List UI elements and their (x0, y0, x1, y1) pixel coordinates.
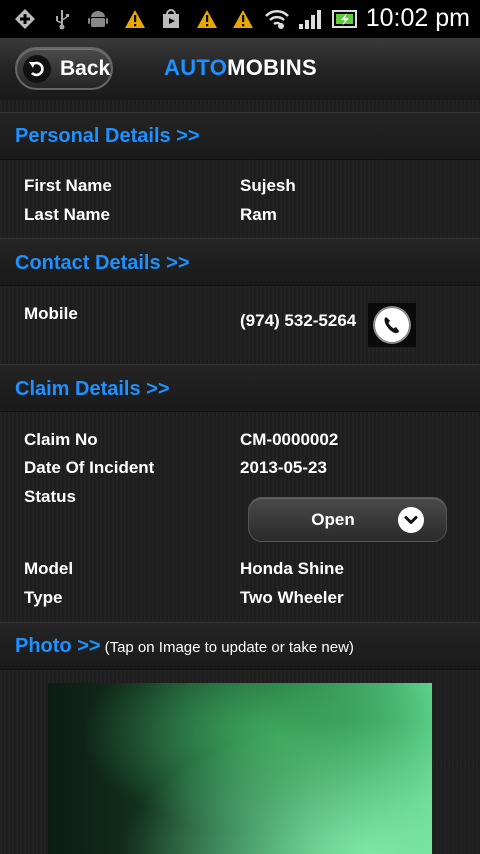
mobile-value: (974) 532-5264 (240, 311, 357, 330)
first-name-label: First Name (24, 176, 112, 195)
clock: 10:02 pm (365, 4, 470, 32)
claim-details-header[interactable]: Claim Details >> (0, 364, 480, 412)
phone-icon (375, 308, 409, 342)
warning-icon (124, 8, 146, 30)
status-bar: 10:02 pm (0, 0, 480, 38)
personal-details-header[interactable]: Personal Details >> (0, 112, 480, 160)
app-title-part2: MOBINS (227, 55, 317, 80)
claim-detail-content: Personal Details >> First Name Sujesh La… (0, 100, 480, 854)
contact-details-header[interactable]: Contact Details >> (0, 238, 480, 286)
signal-icon (298, 8, 322, 30)
type-value: Two Wheeler (240, 588, 344, 607)
back-arrow-icon (23, 54, 51, 83)
claim-photo[interactable] (48, 683, 432, 854)
status-select-value: Open (311, 510, 355, 529)
chevron-down-icon (398, 507, 424, 533)
android-icon (88, 8, 108, 30)
status-label: Status (24, 487, 76, 506)
wifi-icon (264, 8, 290, 30)
first-name-value: Sujesh (240, 176, 296, 195)
contact-details-title: Contact Details >> (15, 252, 190, 274)
photo-title-row: Photo >> (Tap on Image to update or take … (15, 635, 354, 658)
app-header: Back AUTOMOBINS (0, 38, 480, 102)
model-value: Honda Shine (240, 559, 344, 578)
claim-no-value: CM-0000002 (240, 430, 339, 449)
photo-header[interactable]: Photo >> (Tap on Image to update or take … (0, 622, 480, 670)
status-select[interactable]: Open (248, 497, 447, 542)
photo-title: Photo >> (15, 635, 101, 657)
type-label: Type (24, 588, 63, 607)
last-name-value: Ram (240, 205, 277, 224)
back-label: Back (60, 56, 111, 80)
usb-icon (54, 8, 70, 30)
photo-hint: (Tap on Image to update or take new) (104, 639, 354, 656)
call-button[interactable] (368, 303, 416, 347)
claim-details-title: Claim Details >> (15, 378, 170, 400)
battery-charging-icon (332, 8, 358, 30)
date-of-incident-label: Date Of Incident (24, 458, 155, 477)
app-title: AUTOMOBINS (164, 55, 317, 81)
add-icon (14, 8, 36, 30)
date-of-incident-value: 2013-05-23 (240, 458, 327, 477)
claim-no-label: Claim No (24, 430, 98, 449)
warning-icon (232, 8, 254, 30)
back-button[interactable]: Back (15, 47, 113, 90)
play-store-icon (160, 8, 182, 30)
last-name-label: Last Name (24, 205, 110, 224)
model-label: Model (24, 559, 74, 578)
mobile-label: Mobile (24, 304, 78, 323)
warning-icon (196, 8, 218, 30)
app-title-part1: AUTO (164, 55, 228, 80)
personal-details-title: Personal Details >> (15, 125, 200, 147)
